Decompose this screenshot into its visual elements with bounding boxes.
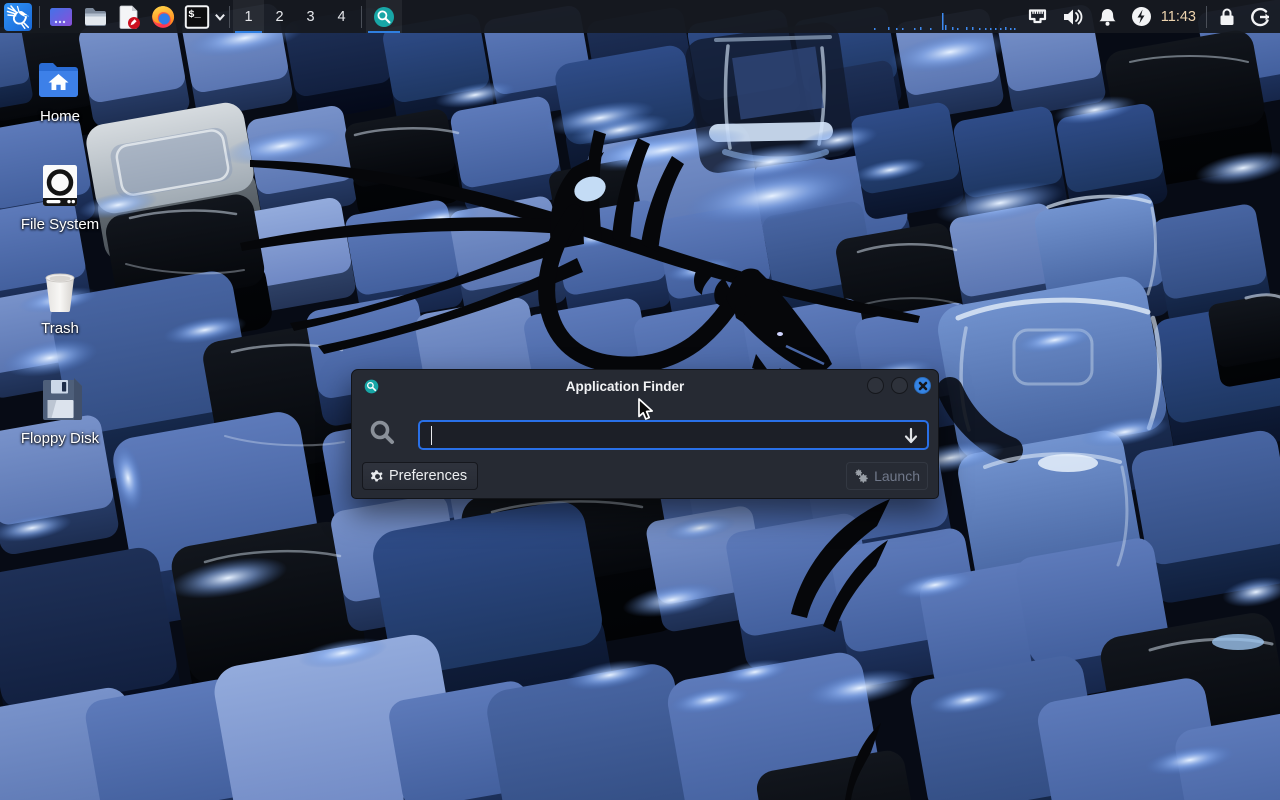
svg-text:$_: $_ bbox=[188, 9, 201, 21]
